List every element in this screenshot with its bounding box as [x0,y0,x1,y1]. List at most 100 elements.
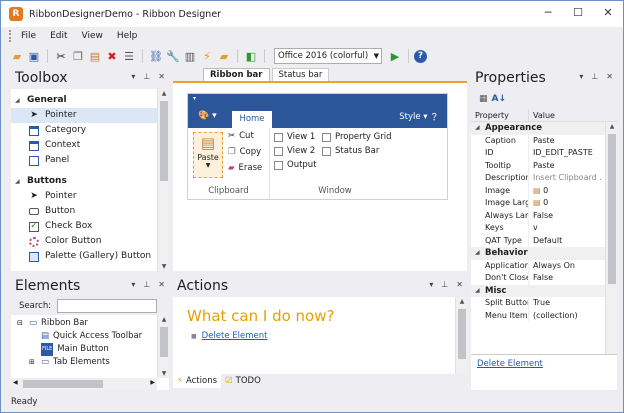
property-row[interactable]: Don't Close ...False [471,272,617,285]
categorized-icon[interactable]: ▦ [479,94,488,104]
property-row[interactable]: ID ID_EDIT_PASTE [471,147,617,160]
close-icon[interactable]: ✕ [606,72,613,81]
tool-palette-button[interactable]: Palette (Gallery) Button [11,249,169,264]
dropdown-icon[interactable]: ▾ [429,280,433,289]
delete-icon[interactable]: ✖ [104,48,120,64]
tree-node-ribbon-bar[interactable]: ⊟ ▭ Ribbon Bar [11,317,169,330]
close-icon[interactable]: ✕ [158,72,165,81]
property-value[interactable]: ID_EDIT_PASTE [529,147,601,160]
properties-scrollbar[interactable]: ▲ [605,122,617,354]
tab-todo[interactable]: ☑ TODO [221,374,265,388]
menu-file[interactable]: File [14,31,43,41]
pin-icon[interactable]: ⊥ [143,72,150,81]
group-buttons[interactable]: Buttons [11,174,169,189]
help-icon[interactable]: ? [414,49,427,63]
view2-checkbox[interactable]: View 2 [274,146,315,156]
wrench-icon[interactable]: 🔧 [165,48,181,64]
property-row[interactable]: Always LargeFalse [471,209,617,223]
scroll-thumb[interactable] [458,309,466,359]
pin-icon[interactable]: ⊥ [591,72,598,81]
scroll-down-icon[interactable]: ▼ [158,263,170,270]
scroll-thumb[interactable] [608,134,616,284]
tab-ribbon-bar[interactable]: Ribbon bar [203,68,270,81]
code-icon[interactable]: ◧ [243,48,259,64]
tool-color-button[interactable]: Color Button [11,234,169,249]
close-icon[interactable]: ✕ [158,280,165,289]
scroll-thumb[interactable] [160,327,168,357]
property-category[interactable]: Appearance [471,122,617,135]
scroll-up-icon[interactable]: ▲ [456,298,468,305]
delete-element-link[interactable]: ■ Delete Element [191,331,268,341]
scroll-up-icon[interactable]: ▲ [606,123,618,130]
toolbox-icon[interactable]: ▥ [182,48,198,64]
tab-status-bar[interactable]: Status bar [271,68,330,81]
property-value[interactable]: v [529,222,601,235]
property-value[interactable]: Paste [529,160,601,173]
output-checkbox[interactable]: Output [274,160,317,170]
cut-button[interactable]: ✂ Cut [228,131,254,141]
help-icon[interactable]: ❔ [430,113,439,121]
pin-icon[interactable]: ⊥ [143,280,150,289]
property-value[interactable]: False [529,272,601,285]
property-row[interactable]: Split Button True [471,297,617,310]
scroll-right-icon[interactable]: ▶ [150,379,155,386]
view1-checkbox[interactable]: View 1 [274,132,315,142]
dropdown-icon[interactable]: ▾ [131,72,135,81]
elements-hscrollbar[interactable]: ◀ ▶ [11,378,157,390]
delete-element-link[interactable]: Delete Element [477,359,543,369]
search-input[interactable] [57,299,158,313]
link-icon[interactable]: ⛓ [148,48,164,64]
theme-select[interactable]: Office 2016 (colorful) ▼ [274,48,382,64]
elements-vscrollbar[interactable]: ▲ ▼ [157,315,169,378]
toolbar-grip[interactable] [9,30,12,42]
dropdown-icon[interactable]: ▾ [579,72,583,81]
properties-icon[interactable]: ☰ [121,48,137,64]
property-row[interactable]: Description Insert Clipboard ... [471,172,617,185]
property-value[interactable]: Insert Clipboard ... [529,172,601,185]
run-icon[interactable]: ▶ [387,48,403,64]
property-value[interactable]: Always On [529,260,601,273]
tool-pointer[interactable]: ➤ Pointer [11,108,169,123]
property-row[interactable]: QAT Type Default [471,234,617,247]
group-general[interactable]: General [11,93,169,108]
tree-node-main-button[interactable]: FILE Main Button [11,343,169,356]
property-row[interactable]: Tooltip Paste [471,159,617,173]
tool-context[interactable]: Context [11,138,169,153]
copy-icon[interactable]: ❐ [70,48,86,64]
property-category[interactable]: Behavior [471,247,617,260]
property-row[interactable]: Image ▤ 0 [471,184,617,198]
tab-actions[interactable]: ⚡ Actions [173,374,222,388]
style-menu[interactable]: Style ▾ ❔ [399,112,439,122]
property-value[interactable]: (collection) [529,310,601,323]
property-row[interactable]: Image Large▤ 0 [471,197,617,210]
property-row[interactable]: Menu Items (collection) [471,309,617,323]
menu-edit[interactable]: Edit [43,31,74,41]
property-value[interactable]: ▤ 0 [529,185,601,198]
property-grid-checkbox[interactable]: Property Grid [322,132,392,142]
menu-help[interactable]: Help [110,31,145,41]
expand-icon[interactable]: ⊞ [29,356,41,369]
dropdown-icon[interactable]: ▾ [131,280,135,289]
tree-node-quick-access-toolbar[interactable]: ▤ Quick Access Toolbar [11,330,169,343]
minimize-button[interactable]: ─ [533,1,563,25]
close-icon[interactable]: ✕ [456,280,463,289]
status-bar-checkbox[interactable]: Status Bar [322,146,379,156]
property-row[interactable]: Keys v [471,222,617,235]
tool-check-box[interactable]: ✓ Check Box [11,219,169,234]
collapse-icon[interactable]: ⊟ [17,317,29,330]
paste-icon[interactable]: ▤ [87,48,103,64]
open-folder-icon[interactable]: ▰ [9,48,25,64]
scroll-thumb[interactable] [160,101,168,181]
property-value[interactable]: False [529,210,601,223]
copy-button[interactable]: ❐ Copy [228,147,261,157]
app-button[interactable]: 🎨 ▾ [198,111,217,121]
scroll-down-icon[interactable]: ▼ [158,370,170,377]
sort-alpha-icon[interactable]: A↓ [492,94,507,104]
ribbon-tab-home[interactable]: Home [232,111,272,128]
property-row[interactable]: Application ...Always On [471,259,617,273]
folder-icon[interactable]: ▰ [216,48,232,64]
scroll-left-icon[interactable]: ◀ [13,379,18,386]
tree-node-tab-elements[interactable]: ⊞ ▭ Tab Elements [11,356,169,369]
property-value[interactable]: ▤ 0 [529,197,601,210]
hscroll-thumb[interactable] [23,380,103,388]
